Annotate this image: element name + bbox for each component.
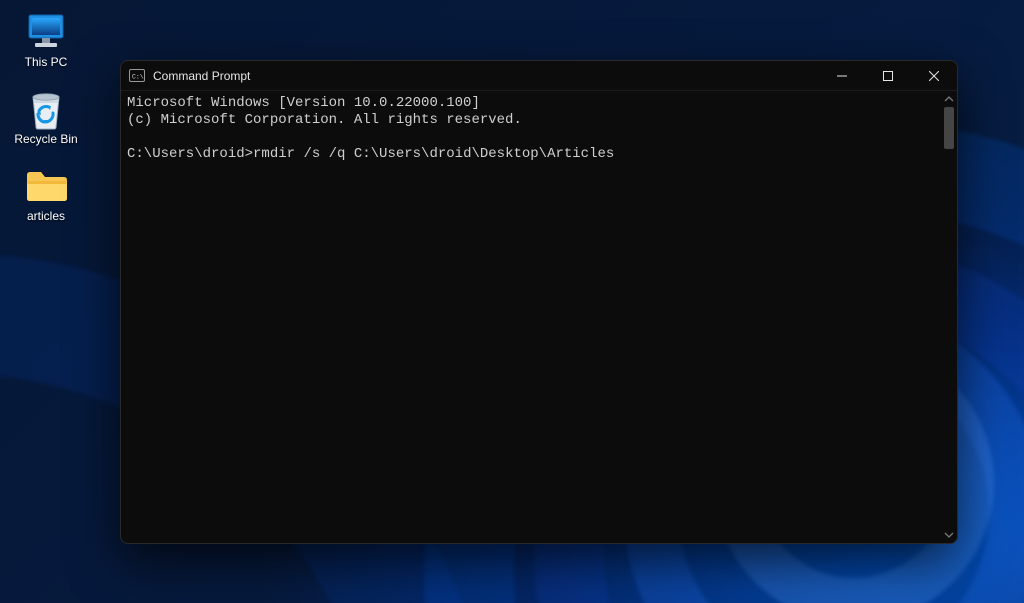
this-pc-icon xyxy=(24,10,68,54)
close-button[interactable] xyxy=(911,61,957,90)
minimize-icon xyxy=(837,71,847,81)
svg-text:C:\: C:\ xyxy=(132,73,144,80)
command-prompt-window: C:\ Command Prompt Microsoft Windows [Ve… xyxy=(120,60,958,544)
terminal-prompt: C:\Users\droid> xyxy=(127,146,253,162)
terminal-line: (c) Microsoft Corporation. All rights re… xyxy=(127,112,522,128)
cmd-icon: C:\ xyxy=(129,68,145,84)
folder-icon xyxy=(24,164,68,208)
minimize-button[interactable] xyxy=(819,61,865,90)
desktop-icons: This PC Recycle Bin xyxy=(10,10,82,223)
recycle-bin-icon xyxy=(24,87,68,131)
scrollbar[interactable] xyxy=(941,91,957,543)
close-icon xyxy=(929,71,939,81)
desktop-icon-label: articles xyxy=(27,209,65,223)
scroll-thumb[interactable] xyxy=(944,107,954,149)
terminal-line: Microsoft Windows [Version 10.0.22000.10… xyxy=(127,95,480,111)
desktop-icon-label: Recycle Bin xyxy=(14,132,77,146)
terminal[interactable]: Microsoft Windows [Version 10.0.22000.10… xyxy=(121,91,941,543)
terminal-command: rmdir /s /q C:\Users\droid\Desktop\Artic… xyxy=(253,146,614,162)
chevron-up-icon xyxy=(944,94,954,104)
desktop-icon-this-pc[interactable]: This PC xyxy=(10,10,82,69)
window-title: Command Prompt xyxy=(153,69,819,83)
terminal-wrap: Microsoft Windows [Version 10.0.22000.10… xyxy=(121,91,957,543)
desktop-icon-label: This PC xyxy=(25,55,68,69)
desktop-icon-articles-folder[interactable]: articles xyxy=(10,164,82,223)
chevron-down-icon xyxy=(944,530,954,540)
scroll-down-button[interactable] xyxy=(941,527,957,543)
desktop-icon-recycle-bin[interactable]: Recycle Bin xyxy=(10,87,82,146)
window-controls xyxy=(819,61,957,90)
titlebar[interactable]: C:\ Command Prompt xyxy=(121,61,957,91)
maximize-button[interactable] xyxy=(865,61,911,90)
maximize-icon xyxy=(883,71,893,81)
scroll-up-button[interactable] xyxy=(941,91,957,107)
